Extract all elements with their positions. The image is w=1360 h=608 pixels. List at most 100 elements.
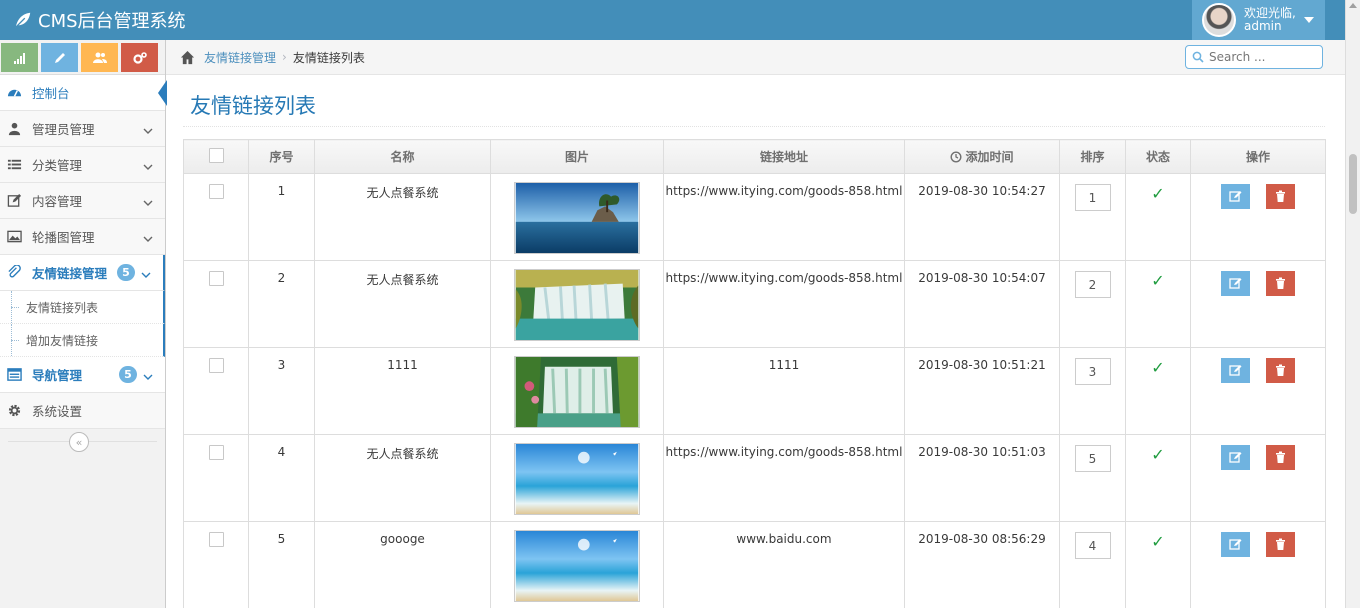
delete-button[interactable] [1266,532,1295,557]
brand[interactable]: CMS后台管理系统 [14,7,186,33]
row-sort-cell [1059,434,1126,522]
sort-input[interactable] [1074,445,1111,472]
sidebar-subitem-label: 友情链接列表 [26,300,99,315]
beach-photo[interactable] [514,443,640,515]
row-image-cell [490,347,664,435]
select-all-checkbox[interactable] [208,147,224,163]
row-actions [1190,521,1326,608]
desktop-icon [6,368,22,381]
breadcrumb-link[interactable]: 友情链接管理 [204,49,276,66]
trash-icon [1276,364,1285,376]
edit-icon [1229,278,1242,289]
waterfall-painting[interactable] [514,356,640,428]
edit-button[interactable] [1221,532,1250,557]
shortcut-cogs-button[interactable] [121,43,158,72]
column-header[interactable]: 链接地址 [663,139,905,174]
delete-button[interactable] [1266,271,1295,296]
check-icon[interactable]: ✓ [1151,445,1164,464]
shortcut-signal-button[interactable] [1,43,38,72]
trash-icon [1276,277,1285,289]
shortcut-users-button[interactable] [81,43,118,72]
row-image-cell [490,173,664,261]
sidebar-subitem-add-link[interactable]: 增加友情链接 [0,324,165,357]
row-image-cell [490,260,664,348]
row-status[interactable]: ✓ [1125,173,1191,261]
table-row: 3 1111 1111 2019-08-30 10:51:21 ✓ [183,347,1326,435]
sidebar-item-navigation[interactable]: 导航管理 5 [0,357,165,393]
edit-icon [1229,365,1242,376]
table-header-row: 序号 名称 图片 链接地址 添加时间 排序 状态 操作 [183,139,1326,174]
breadcrumb: 友情链接管理 › 友情链接列表 [166,40,1345,75]
column-header[interactable]: 序号 [248,139,315,174]
sort-input[interactable] [1074,358,1111,385]
table-row: 4 无人点餐系统 https://www.itying.com/goods-85… [183,434,1326,522]
check-icon[interactable]: ✓ [1151,271,1164,290]
row-image-cell [490,434,664,522]
row-checkbox[interactable] [208,445,224,460]
sort-input[interactable] [1074,184,1111,211]
sort-input[interactable] [1074,532,1111,559]
check-icon[interactable]: ✓ [1151,184,1164,203]
sidebar-item-settings[interactable]: 系统设置 [0,393,165,429]
chevron-down-icon [143,123,153,138]
row-time: 2019-08-30 10:54:27 [904,173,1060,261]
user-menu[interactable]: 欢迎光临, admin [1192,0,1325,40]
sidebar-subitem-label: 增加友情链接 [26,333,99,348]
column-header[interactable]: 状态 [1125,139,1191,174]
row-name: 无人点餐系统 [314,260,491,348]
chevron-down-icon [143,195,153,210]
sidebar: 控制台 管理员管理 分类管理 内容管理 轮播图管理 友情链接管理 5 友情链接列… [0,40,167,608]
waterfall-photo[interactable] [514,269,640,341]
row-actions [1190,173,1326,261]
table-row: 5 goooge www.baidu.com 2019-08-30 08:56:… [183,521,1326,608]
check-icon[interactable]: ✓ [1151,532,1164,551]
chevron-down-icon [141,267,151,282]
column-header[interactable]: 排序 [1059,139,1126,174]
scroll-thumb[interactable] [1349,154,1357,214]
home-icon[interactable] [180,50,195,65]
row-id: 3 [248,347,315,435]
check-icon[interactable]: ✓ [1151,358,1164,377]
sidebar-item-friend-links[interactable]: 友情链接管理 5 [0,255,165,291]
sort-input[interactable] [1074,271,1111,298]
column-header-time[interactable]: 添加时间 [904,139,1060,174]
row-status[interactable]: ✓ [1125,521,1191,608]
sidebar-item-content[interactable]: 内容管理 [0,183,165,219]
sidebar-subitem-link-list[interactable]: 友情链接列表 [0,291,165,324]
row-actions [1190,260,1326,348]
trash-icon [1276,538,1285,550]
row-checkbox[interactable] [208,358,224,373]
row-status[interactable]: ✓ [1125,347,1191,435]
page-scrollbar[interactable] [1345,0,1360,608]
row-checkbox[interactable] [208,184,224,199]
sidebar-item-category[interactable]: 分类管理 [0,147,165,183]
search-box[interactable] [1185,45,1323,69]
sidebar-item-carousel[interactable]: 轮播图管理 [0,219,165,255]
row-status[interactable]: ✓ [1125,260,1191,348]
users-icon [92,52,107,63]
island-photo[interactable] [514,182,640,254]
beach-photo[interactable] [514,530,640,602]
row-checkbox[interactable] [208,532,224,547]
edit-icon [1229,539,1242,550]
trash-icon [1276,190,1285,202]
sidebar-item-admin[interactable]: 管理员管理 [0,111,165,147]
row-checkbox[interactable] [208,271,224,286]
edit-button[interactable] [1221,184,1250,209]
delete-button[interactable] [1266,358,1295,383]
row-status[interactable]: ✓ [1125,434,1191,522]
column-header[interactable]: 图片 [490,139,664,174]
shortcut-pencil-button[interactable] [41,43,78,72]
search-input[interactable] [1209,50,1319,64]
edit-button[interactable] [1221,445,1250,470]
edit-button[interactable] [1221,358,1250,383]
delete-button[interactable] [1266,445,1295,470]
edit-button[interactable] [1221,271,1250,296]
sidebar-item-dashboard[interactable]: 控制台 [0,75,167,111]
scroll-up-arrow-icon[interactable] [1349,3,1357,8]
count-badge: 5 [119,366,137,383]
collapse-sidebar-button[interactable]: « [69,432,89,452]
search-icon [1192,51,1204,63]
delete-button[interactable] [1266,184,1295,209]
column-header[interactable]: 名称 [314,139,491,174]
